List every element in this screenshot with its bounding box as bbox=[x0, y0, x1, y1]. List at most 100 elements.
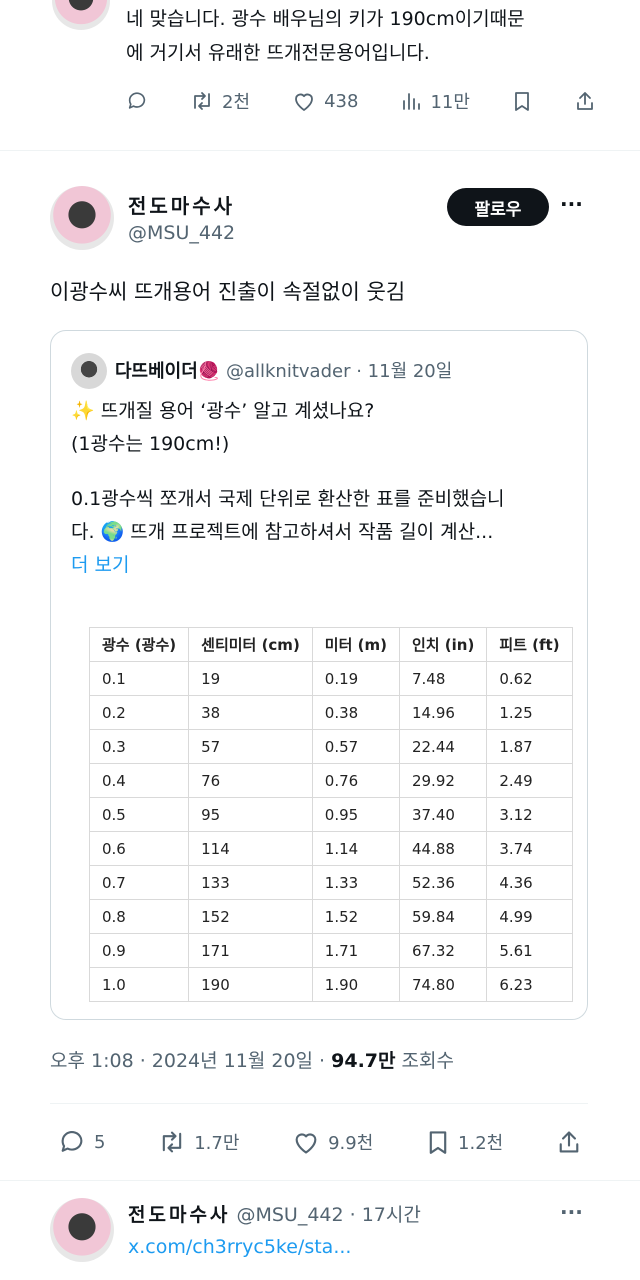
prev-retweet-count: 2천 bbox=[222, 92, 251, 113]
retweet-icon bbox=[190, 90, 214, 112]
table-cell: 0.6 bbox=[88, 831, 190, 866]
follow-button[interactable]: 팔로우 bbox=[447, 188, 549, 226]
views-label: 조회수 bbox=[401, 1050, 454, 1072]
prev-views-count: 11만 bbox=[430, 92, 470, 113]
table-row: 0.5 95 0.95 37.40 3.12 bbox=[88, 797, 573, 832]
share-button[interactable] bbox=[556, 1129, 582, 1155]
quote-avatar bbox=[71, 353, 107, 389]
table-cell: 29.92 bbox=[398, 763, 488, 798]
reply-icon bbox=[126, 90, 148, 112]
table-cell: 0.62 bbox=[486, 661, 573, 696]
reply-button[interactable]: 5 bbox=[58, 1128, 105, 1156]
share-icon bbox=[556, 1129, 582, 1155]
main-tweet-actions: 5 1.7만 9.9천 1.2천 bbox=[58, 1124, 582, 1160]
conversion-table: 광수 (광수) 센티미터 (cm) 미터 (m) 인치 (in) 피트 (ft)… bbox=[88, 627, 573, 1002]
table-cell: 95 bbox=[188, 797, 313, 832]
table-cell: 4.36 bbox=[486, 865, 573, 900]
table-cell: 0.38 bbox=[311, 695, 400, 730]
table-cell: 19 bbox=[188, 661, 313, 696]
conversion-table-image[interactable]: 광수 (광수) 센티미터 (cm) 미터 (m) 인치 (in) 피트 (ft)… bbox=[88, 627, 573, 1002]
quote-card[interactable]: 다뜨베이더🧶 @allknitvader · 11월 20일 ✨ 뜨개질 용어 … bbox=[50, 330, 588, 1020]
table-cell: 57 bbox=[188, 729, 313, 764]
show-more-link[interactable]: 더 보기 bbox=[71, 549, 576, 582]
table-cell: 0.9 bbox=[88, 933, 190, 968]
reply-link[interactable]: x.com/ch3rryc5ke/sta... bbox=[128, 1236, 351, 1258]
table-cell: 0.8 bbox=[88, 899, 190, 934]
quote-line-3: 0.1광수씩 쪼개서 국제 단위로 환산한 표를 준비했습니 bbox=[71, 488, 505, 510]
table-row: 0.3 57 0.57 22.44 1.87 bbox=[88, 729, 573, 764]
quote-header: 다뜨베이더🧶 @allknitvader · 11월 20일 bbox=[115, 357, 452, 383]
table-cell: 171 bbox=[188, 933, 313, 968]
table-cell: 1.0 bbox=[88, 967, 190, 1002]
table-header-cell: 피트 (ft) bbox=[486, 627, 573, 662]
prev-views-button[interactable]: 11만 bbox=[400, 88, 470, 114]
tweet-timestamp[interactable]: 오후 1:08 · 2024년 11월 20일 · bbox=[50, 1050, 325, 1072]
prev-reply-actions: 2천 438 11만 bbox=[126, 84, 596, 118]
table-header-row: 광수 (광수) 센티미터 (cm) 미터 (m) 인치 (in) 피트 (ft) bbox=[88, 627, 573, 662]
reply-icon bbox=[58, 1128, 86, 1156]
table-cell: 37.40 bbox=[398, 797, 488, 832]
retweet-count: 1.7만 bbox=[194, 1133, 240, 1154]
main-tweet-avatar[interactable] bbox=[50, 186, 114, 250]
more-options-icon[interactable]: ··· bbox=[560, 1200, 583, 1224]
table-cell: 152 bbox=[188, 899, 313, 934]
retweet-button[interactable]: 1.7만 bbox=[158, 1129, 239, 1155]
like-button[interactable]: 9.9천 bbox=[292, 1129, 373, 1155]
reply-display-name[interactable]: 전도마수사 bbox=[128, 1204, 230, 1226]
reply-header: 전도마수사 @MSU_442 · 17시간 bbox=[128, 1200, 421, 1227]
like-count: 9.9천 bbox=[328, 1133, 374, 1154]
table-cell: 0.2 bbox=[88, 695, 190, 730]
table-cell: 22.44 bbox=[398, 729, 488, 764]
more-options-icon[interactable]: ··· bbox=[560, 192, 583, 216]
table-header-cell: 미터 (m) bbox=[311, 627, 400, 662]
table-cell: 67.32 bbox=[398, 933, 488, 968]
table-header-cell: 인치 (in) bbox=[398, 627, 488, 662]
table-cell: 0.3 bbox=[88, 729, 190, 764]
table-cell: 44.88 bbox=[398, 831, 488, 866]
table-cell: 3.12 bbox=[486, 797, 573, 832]
main-tweet-display-name[interactable]: 전도마수사 bbox=[128, 190, 235, 219]
sparkles-icon: ✨ bbox=[71, 400, 95, 422]
main-tweet-handle[interactable]: @MSU_442 bbox=[128, 222, 235, 244]
reply-time[interactable]: · 17시간 bbox=[350, 1204, 421, 1226]
table-row: 0.6 114 1.14 44.88 3.74 bbox=[88, 831, 573, 866]
table-row: 1.0 190 1.90 74.80 6.23 bbox=[88, 967, 573, 1002]
views-icon bbox=[400, 90, 422, 112]
table-cell: 7.48 bbox=[398, 661, 488, 696]
bookmark-icon bbox=[512, 90, 532, 112]
bookmark-button[interactable]: 1.2천 bbox=[426, 1128, 503, 1156]
quote-line-2: (1광수는 190cm!) bbox=[71, 433, 230, 455]
table-cell: 38 bbox=[188, 695, 313, 730]
main-tweet-text: 이광수씨 뜨개용어 진출이 속절없이 웃김 bbox=[50, 280, 406, 304]
prev-share-button[interactable] bbox=[574, 90, 596, 112]
table-row: 0.2 38 0.38 14.96 1.25 bbox=[88, 695, 573, 730]
table-cell: 14.96 bbox=[398, 695, 488, 730]
reply-avatar[interactable] bbox=[50, 1198, 114, 1262]
table-cell: 2.49 bbox=[486, 763, 573, 798]
prev-retweet-button[interactable]: 2천 bbox=[190, 88, 250, 114]
table-cell: 0.76 bbox=[311, 763, 400, 798]
table-row: 0.4 76 0.76 29.92 2.49 bbox=[88, 763, 573, 798]
table-cell: 1.71 bbox=[311, 933, 400, 968]
table-cell: 133 bbox=[188, 865, 313, 900]
table-cell: 52.36 bbox=[398, 865, 488, 900]
table-cell: 0.95 bbox=[311, 797, 400, 832]
prev-like-button[interactable]: 438 bbox=[292, 90, 358, 112]
divider bbox=[50, 1103, 588, 1104]
bookmark-count: 1.2천 bbox=[458, 1133, 504, 1154]
reply-handle[interactable]: @MSU_442 bbox=[236, 1204, 343, 1226]
quote-line-1-text: 뜨개질 용어 ‘광수’ 알고 계셨나요? bbox=[100, 400, 375, 422]
quote-line-4-rest: 뜨개 프로젝트에 참고하셔서 작품 길이 계산... bbox=[130, 521, 494, 543]
globe-icon: 🌍 bbox=[100, 521, 125, 543]
yarn-emoji-icon: 🧶 bbox=[197, 361, 221, 382]
retweet-icon bbox=[158, 1129, 186, 1155]
quote-line-4-prefix: 다. bbox=[71, 521, 95, 543]
table-cell: 74.80 bbox=[398, 967, 488, 1002]
table-row: 0.7 133 1.33 52.36 4.36 bbox=[88, 865, 573, 900]
quote-body: ✨ 뜨개질 용어 ‘광수’ 알고 계셨나요? (1광수는 190cm!) 0.1… bbox=[71, 395, 576, 582]
prev-bookmark-button[interactable] bbox=[512, 90, 532, 112]
prev-reply-avatar[interactable] bbox=[52, 0, 110, 30]
table-row: 0.1 19 0.19 7.48 0.62 bbox=[88, 661, 573, 696]
table-cell: 0.1 bbox=[88, 661, 190, 696]
prev-reply-button[interactable] bbox=[126, 90, 148, 112]
